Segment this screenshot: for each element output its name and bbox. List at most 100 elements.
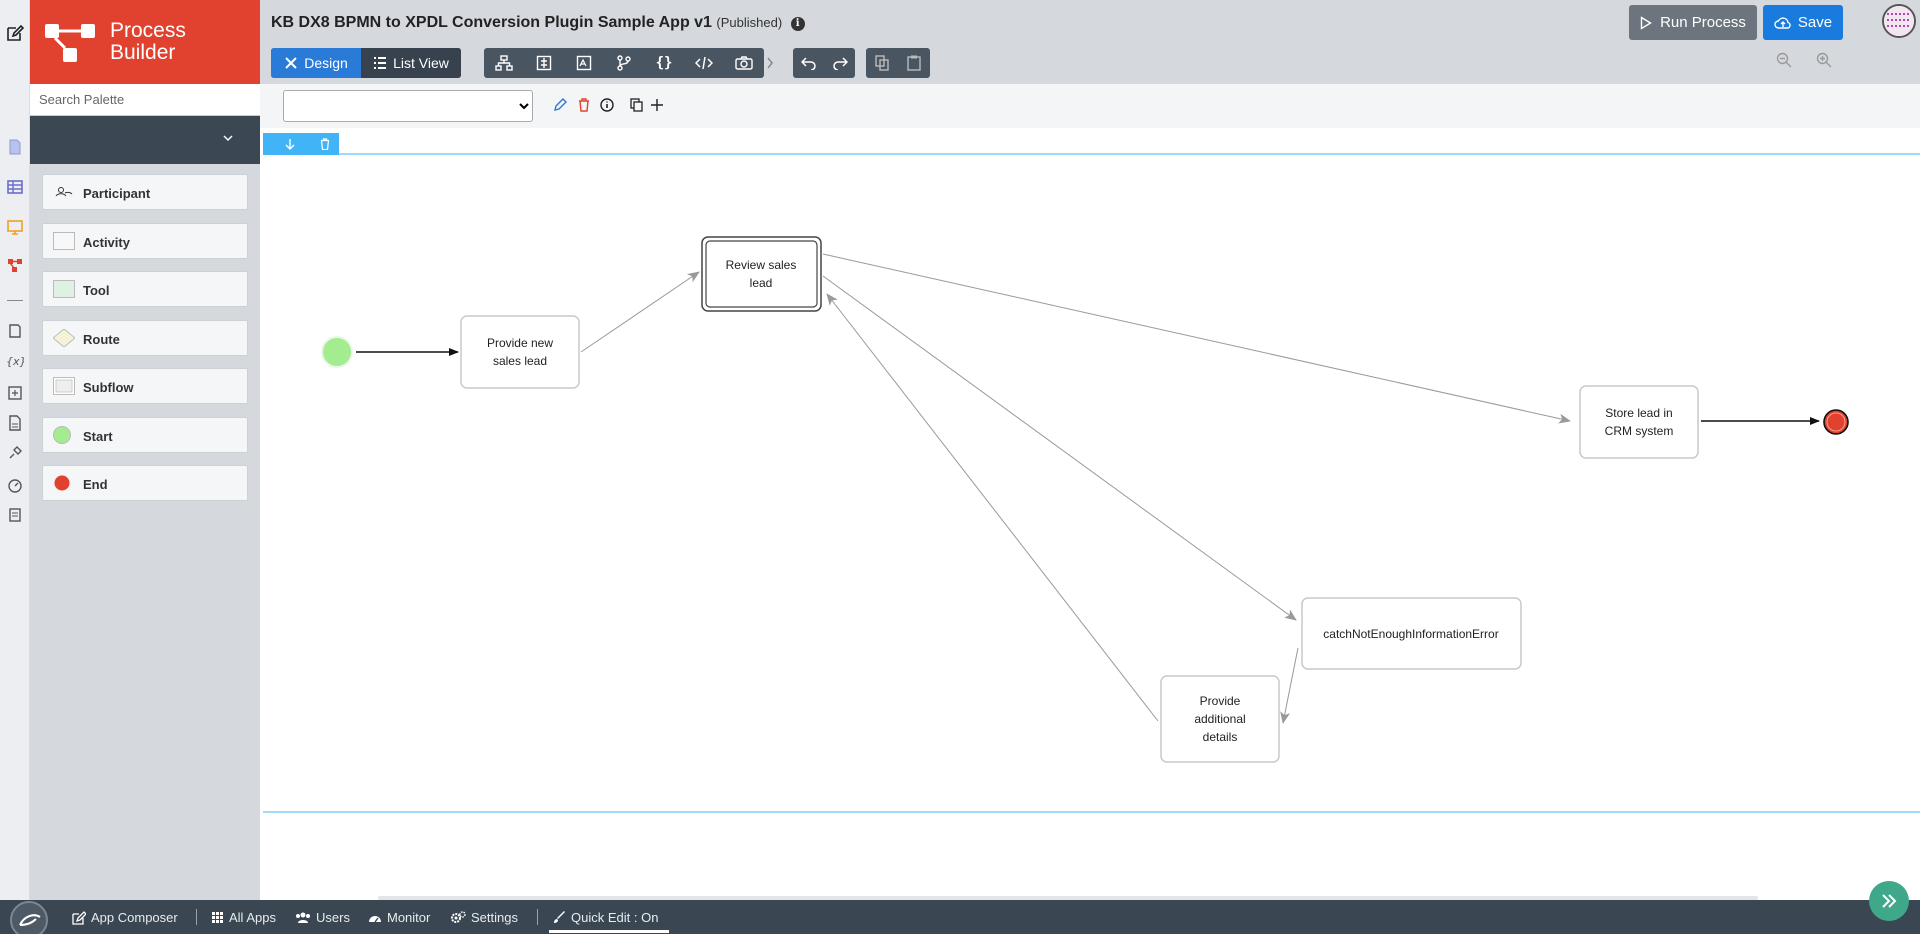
nav-users[interactable]: Users bbox=[295, 910, 350, 925]
variables-icon[interactable]: {x} bbox=[6, 352, 24, 370]
svg-text:{x}: {x} bbox=[6, 355, 24, 368]
edit-pencil-icon[interactable] bbox=[553, 98, 567, 112]
palette-category-dropdown[interactable] bbox=[30, 116, 260, 164]
palette-item-start[interactable]: Start bbox=[42, 416, 248, 453]
notes-icon[interactable] bbox=[6, 506, 24, 524]
transition-additional-to-review[interactable] bbox=[826, 293, 1159, 722]
search-palette-input[interactable] bbox=[30, 84, 260, 116]
duplicate-icon[interactable] bbox=[630, 98, 644, 112]
end-event[interactable] bbox=[1823, 409, 1849, 435]
datalist-icon[interactable] bbox=[6, 178, 24, 196]
save-label: Save bbox=[1797, 14, 1833, 31]
activity-store-lead-in-crm[interactable]: Store lead in CRM system bbox=[1579, 385, 1699, 459]
users-icon bbox=[296, 912, 310, 923]
activity-provide-additional-details[interactable]: Provide additional details bbox=[1160, 675, 1280, 763]
palette-item-activity[interactable]: Activity bbox=[42, 222, 248, 259]
avatar[interactable] bbox=[1882, 4, 1916, 38]
palette-item-subflow[interactable]: Subflow bbox=[42, 368, 248, 404]
info-circle-icon[interactable] bbox=[600, 98, 614, 112]
dashboard-icon[interactable] bbox=[6, 476, 24, 494]
undo-button[interactable] bbox=[793, 48, 824, 78]
rail-divider bbox=[7, 300, 23, 301]
app-name-line1: Process bbox=[110, 19, 186, 42]
screenshot-button[interactable] bbox=[724, 48, 764, 78]
activity-label-line: catchNotEnoughInformationError bbox=[1323, 627, 1498, 641]
zoom-out-icon[interactable] bbox=[1776, 52, 1792, 68]
transition-review-to-store[interactable] bbox=[822, 253, 1571, 424]
zoom-in-icon[interactable] bbox=[1816, 52, 1832, 68]
app-name: Process Builder bbox=[110, 20, 186, 64]
start-icon bbox=[53, 425, 71, 444]
gear-icon bbox=[451, 911, 466, 923]
paste-button[interactable] bbox=[898, 48, 930, 78]
list-view-button[interactable]: List View bbox=[361, 48, 461, 78]
activity-provide-new-sales-lead[interactable]: Provide new sales lead bbox=[460, 315, 580, 389]
save-button[interactable]: Save bbox=[1763, 5, 1843, 40]
nav-label: Monitor bbox=[387, 910, 431, 925]
expand-panel-button[interactable] bbox=[1869, 881, 1909, 921]
platform-logo[interactable] bbox=[10, 901, 48, 934]
clipboard-tools bbox=[866, 48, 930, 78]
activity-review-sales-lead[interactable]: Review sales lead bbox=[701, 236, 822, 312]
element-select[interactable] bbox=[283, 90, 533, 122]
palette-item-end[interactable]: End bbox=[42, 465, 248, 501]
branch-button[interactable] bbox=[604, 48, 644, 78]
auto-layout-button[interactable] bbox=[484, 48, 524, 78]
edit-icon bbox=[72, 910, 86, 925]
transition-review-to-catch-error[interactable] bbox=[822, 275, 1297, 621]
element-property-bar bbox=[260, 84, 1920, 128]
page-title: KB DX8 BPMN to XPDL Conversion Plugin Sa… bbox=[271, 14, 805, 32]
translate-button[interactable] bbox=[564, 48, 604, 78]
process-icon[interactable] bbox=[6, 256, 24, 274]
play-icon bbox=[1640, 15, 1652, 30]
grid-icon bbox=[212, 912, 223, 923]
transition-catch-error-to-additional[interactable] bbox=[1280, 647, 1299, 724]
camera-icon bbox=[735, 56, 753, 70]
more-tools-chevron-icon[interactable] bbox=[766, 55, 774, 71]
palette-item-tool[interactable]: Tool bbox=[42, 271, 248, 307]
nav-label: Quick Edit : On bbox=[571, 910, 659, 925]
nav-monitor[interactable]: Monitor bbox=[368, 910, 430, 925]
xml-button[interactable] bbox=[684, 48, 724, 78]
delete-icon[interactable] bbox=[578, 98, 590, 112]
copy-icon bbox=[875, 55, 889, 71]
top-header: KB DX8 BPMN to XPDL Conversion Plugin Sa… bbox=[260, 0, 1920, 84]
quick-edit-toggle[interactable]: Quick Edit : On bbox=[553, 910, 658, 925]
palette-panel: Process Builder Participant Activity Too… bbox=[30, 0, 290, 900]
plugin-icon[interactable] bbox=[6, 444, 24, 462]
palette-item-label: Tool bbox=[83, 283, 110, 298]
activity-label-line: CRM system bbox=[1605, 424, 1674, 438]
copy-button[interactable] bbox=[866, 48, 898, 78]
chevron-down-icon bbox=[223, 135, 233, 142]
palette-item-participant[interactable]: Participant bbox=[42, 174, 248, 210]
transition-provide-new-to-review[interactable] bbox=[580, 271, 700, 353]
document-icon[interactable] bbox=[6, 414, 24, 432]
run-process-button[interactable]: Run Process bbox=[1629, 5, 1757, 40]
nav-settings[interactable]: Settings bbox=[450, 910, 518, 925]
process-canvas[interactable]: Provide new sales lead Review sales lead… bbox=[263, 128, 1920, 900]
route-icon bbox=[53, 328, 75, 347]
form-icon[interactable] bbox=[6, 138, 24, 156]
nav-all-apps[interactable]: All Apps bbox=[211, 910, 276, 925]
activity-catch-not-enough-information-error[interactable]: catchNotEnoughInformationError bbox=[1301, 597, 1522, 670]
edit-icon[interactable] bbox=[6, 24, 24, 42]
add-icon[interactable] bbox=[650, 98, 664, 112]
nav-app-composer[interactable]: App Composer bbox=[72, 910, 178, 925]
design-button[interactable]: Design bbox=[271, 48, 361, 78]
dashboard-icon bbox=[369, 916, 381, 923]
palette-item-route[interactable]: Route bbox=[42, 319, 248, 356]
info-icon[interactable]: i bbox=[790, 17, 805, 31]
redo-button[interactable] bbox=[824, 48, 855, 78]
align-button[interactable] bbox=[524, 48, 564, 78]
platform-logo-icon bbox=[19, 914, 41, 926]
palette-item-label: Route bbox=[83, 331, 120, 347]
process-diagram[interactable]: Provide new sales lead Review sales lead… bbox=[263, 128, 1920, 900]
userview-icon[interactable] bbox=[6, 218, 24, 236]
json-button[interactable]: {} bbox=[644, 48, 684, 78]
user-avatar-icon bbox=[1884, 6, 1914, 36]
properties-icon[interactable] bbox=[6, 322, 24, 340]
start-event[interactable] bbox=[321, 336, 353, 368]
app-logo[interactable]: Process Builder bbox=[30, 0, 260, 84]
list-view-label: List View bbox=[393, 55, 449, 71]
resources-icon[interactable] bbox=[6, 384, 24, 402]
